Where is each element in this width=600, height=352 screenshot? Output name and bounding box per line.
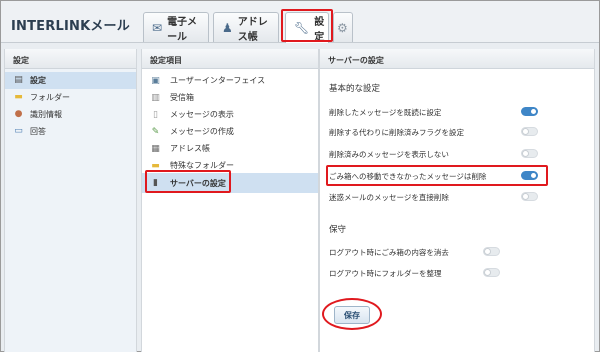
tab-gear[interactable]: ⚙ xyxy=(333,12,353,42)
section-label: ユーザーインターフェイス xyxy=(170,76,266,85)
nav-item-folders[interactable]: ▬ フォルダー xyxy=(5,89,136,106)
section-special-folders[interactable]: ▬ 特殊なフォルダー xyxy=(142,157,318,174)
app-logo: INTERLINKメール xyxy=(11,19,130,34)
section-server-settings[interactable]: ▮ サーバーの設定 xyxy=(142,173,318,193)
section-message-display[interactable]: ▯ メッセージの表示 xyxy=(142,106,318,123)
setting-row: ログアウト時にごみ箱の内容を消去 xyxy=(329,245,553,259)
middle-panel-title: 設定項目 xyxy=(142,49,318,69)
toggle-clear-trash-on-logout[interactable] xyxy=(483,247,500,256)
setting-row: 迷惑メールのメッセージを直接削除 xyxy=(329,190,553,204)
folder-icon: ▬ xyxy=(14,92,23,102)
setting-label: ごみ箱への移動できなかったメッセージは削除 xyxy=(329,171,487,181)
maintenance-title: 保守 xyxy=(329,225,347,235)
setting-row: 削除済みのメッセージを表示しない xyxy=(329,147,553,161)
section-inbox[interactable]: ▥ 受信箱 xyxy=(142,89,318,106)
section-address-book[interactable]: ▦ アドレス帳 xyxy=(142,140,318,157)
person-icon: ● xyxy=(14,109,23,119)
setting-label: 削除済みのメッセージを表示しない xyxy=(329,149,449,159)
inbox-icon: ▥ xyxy=(151,92,160,103)
section-label: アドレス帳 xyxy=(170,144,210,153)
setting-row: 削除したメッセージを既読に設定 xyxy=(329,105,553,119)
tab-mail-label: 電子メール xyxy=(167,16,198,43)
nav-item-settings[interactable]: ▤ 設定 xyxy=(5,72,136,89)
contacts-icon: ▦ xyxy=(151,143,160,154)
monitor-icon: ▣ xyxy=(151,75,160,86)
setting-row: 削除する代わりに削除済みフラグを設定 xyxy=(329,125,553,139)
tab-mail[interactable]: ✉ 電子メール xyxy=(143,12,209,43)
nav-item-responses[interactable]: ▭ 回答 xyxy=(5,123,136,140)
toggle-flag-for-deletion[interactable] xyxy=(521,127,538,136)
settings-icon: ▤ xyxy=(14,75,23,85)
nav-item-label: 回答 xyxy=(30,127,46,136)
middle-panel: 設定項目 ▣ ユーザーインターフェイス ▥ 受信箱 ▯ メッセージの表示 ✎ メ… xyxy=(141,49,319,352)
toggle-flag-read-on-delete[interactable] xyxy=(521,107,538,116)
wrench-icon: 🔧︎ xyxy=(294,21,310,35)
setting-label: 削除したメッセージを既読に設定 xyxy=(329,107,442,117)
tab-settings[interactable]: 🔧︎ 設定 xyxy=(285,12,329,43)
section-composing[interactable]: ✎ メッセージの作成 xyxy=(142,123,318,140)
server-icon: ▮ xyxy=(153,178,158,188)
toggle-compact-on-logout[interactable] xyxy=(483,268,500,277)
toggle-delete-junk-directly[interactable] xyxy=(521,192,538,201)
nav-item-label: 設定 xyxy=(30,76,46,85)
left-panel: 設定 ▤ 設定 ▬ フォルダー ● 識別情報 ▭ 回答 xyxy=(4,49,137,352)
section-label: 特殊なフォルダー xyxy=(170,161,234,170)
document-icon: ▭ xyxy=(14,126,23,136)
section-label: サーバーの設定 xyxy=(170,178,226,188)
nav-item-label: フォルダー xyxy=(30,93,70,102)
mail-icon: ✉ xyxy=(152,20,163,35)
tab-address-book-label: アドレス帳 xyxy=(237,16,268,43)
setting-row: ごみ箱への移動できなかったメッセージは削除 xyxy=(329,169,553,183)
folder-icon: ▬ xyxy=(151,160,160,171)
setting-label: 削除する代わりに削除済みフラグを設定 xyxy=(329,127,464,137)
nav-item-identities[interactable]: ● 識別情報 xyxy=(5,106,136,123)
gear-icon: ⚙ xyxy=(337,20,348,35)
compose-icon: ✎ xyxy=(151,126,160,137)
nav-item-label: 識別情報 xyxy=(30,110,62,119)
setting-label: 迷惑メールのメッセージを直接削除 xyxy=(329,192,449,202)
section-label: 受信箱 xyxy=(170,93,194,102)
setting-label: ログアウト時にフォルダーを整理 xyxy=(329,268,442,278)
toggle-delete-if-trash-move-fails[interactable] xyxy=(521,171,538,180)
right-panel-title: サーバーの設定 xyxy=(320,49,594,69)
left-panel-title: 設定 xyxy=(5,49,136,69)
tab-address-book[interactable]: ♟ アドレス帳 xyxy=(213,12,279,43)
section-label: メッセージの表示 xyxy=(170,110,234,119)
basic-settings-title: 基本的な設定 xyxy=(329,84,381,94)
tab-settings-label: 設定 xyxy=(314,17,325,43)
setting-row: ログアウト時にフォルダーを整理 xyxy=(329,266,553,280)
section-user-interface[interactable]: ▣ ユーザーインターフェイス xyxy=(142,72,318,89)
page-icon: ▯ xyxy=(153,109,158,120)
setting-label: ログアウト時にごみ箱の内容を消去 xyxy=(329,247,449,257)
save-button[interactable]: 保存 xyxy=(334,306,370,324)
address-book-icon: ♟ xyxy=(222,20,233,35)
section-label: メッセージの作成 xyxy=(170,127,234,136)
toggle-skip-deleted[interactable] xyxy=(521,149,538,158)
